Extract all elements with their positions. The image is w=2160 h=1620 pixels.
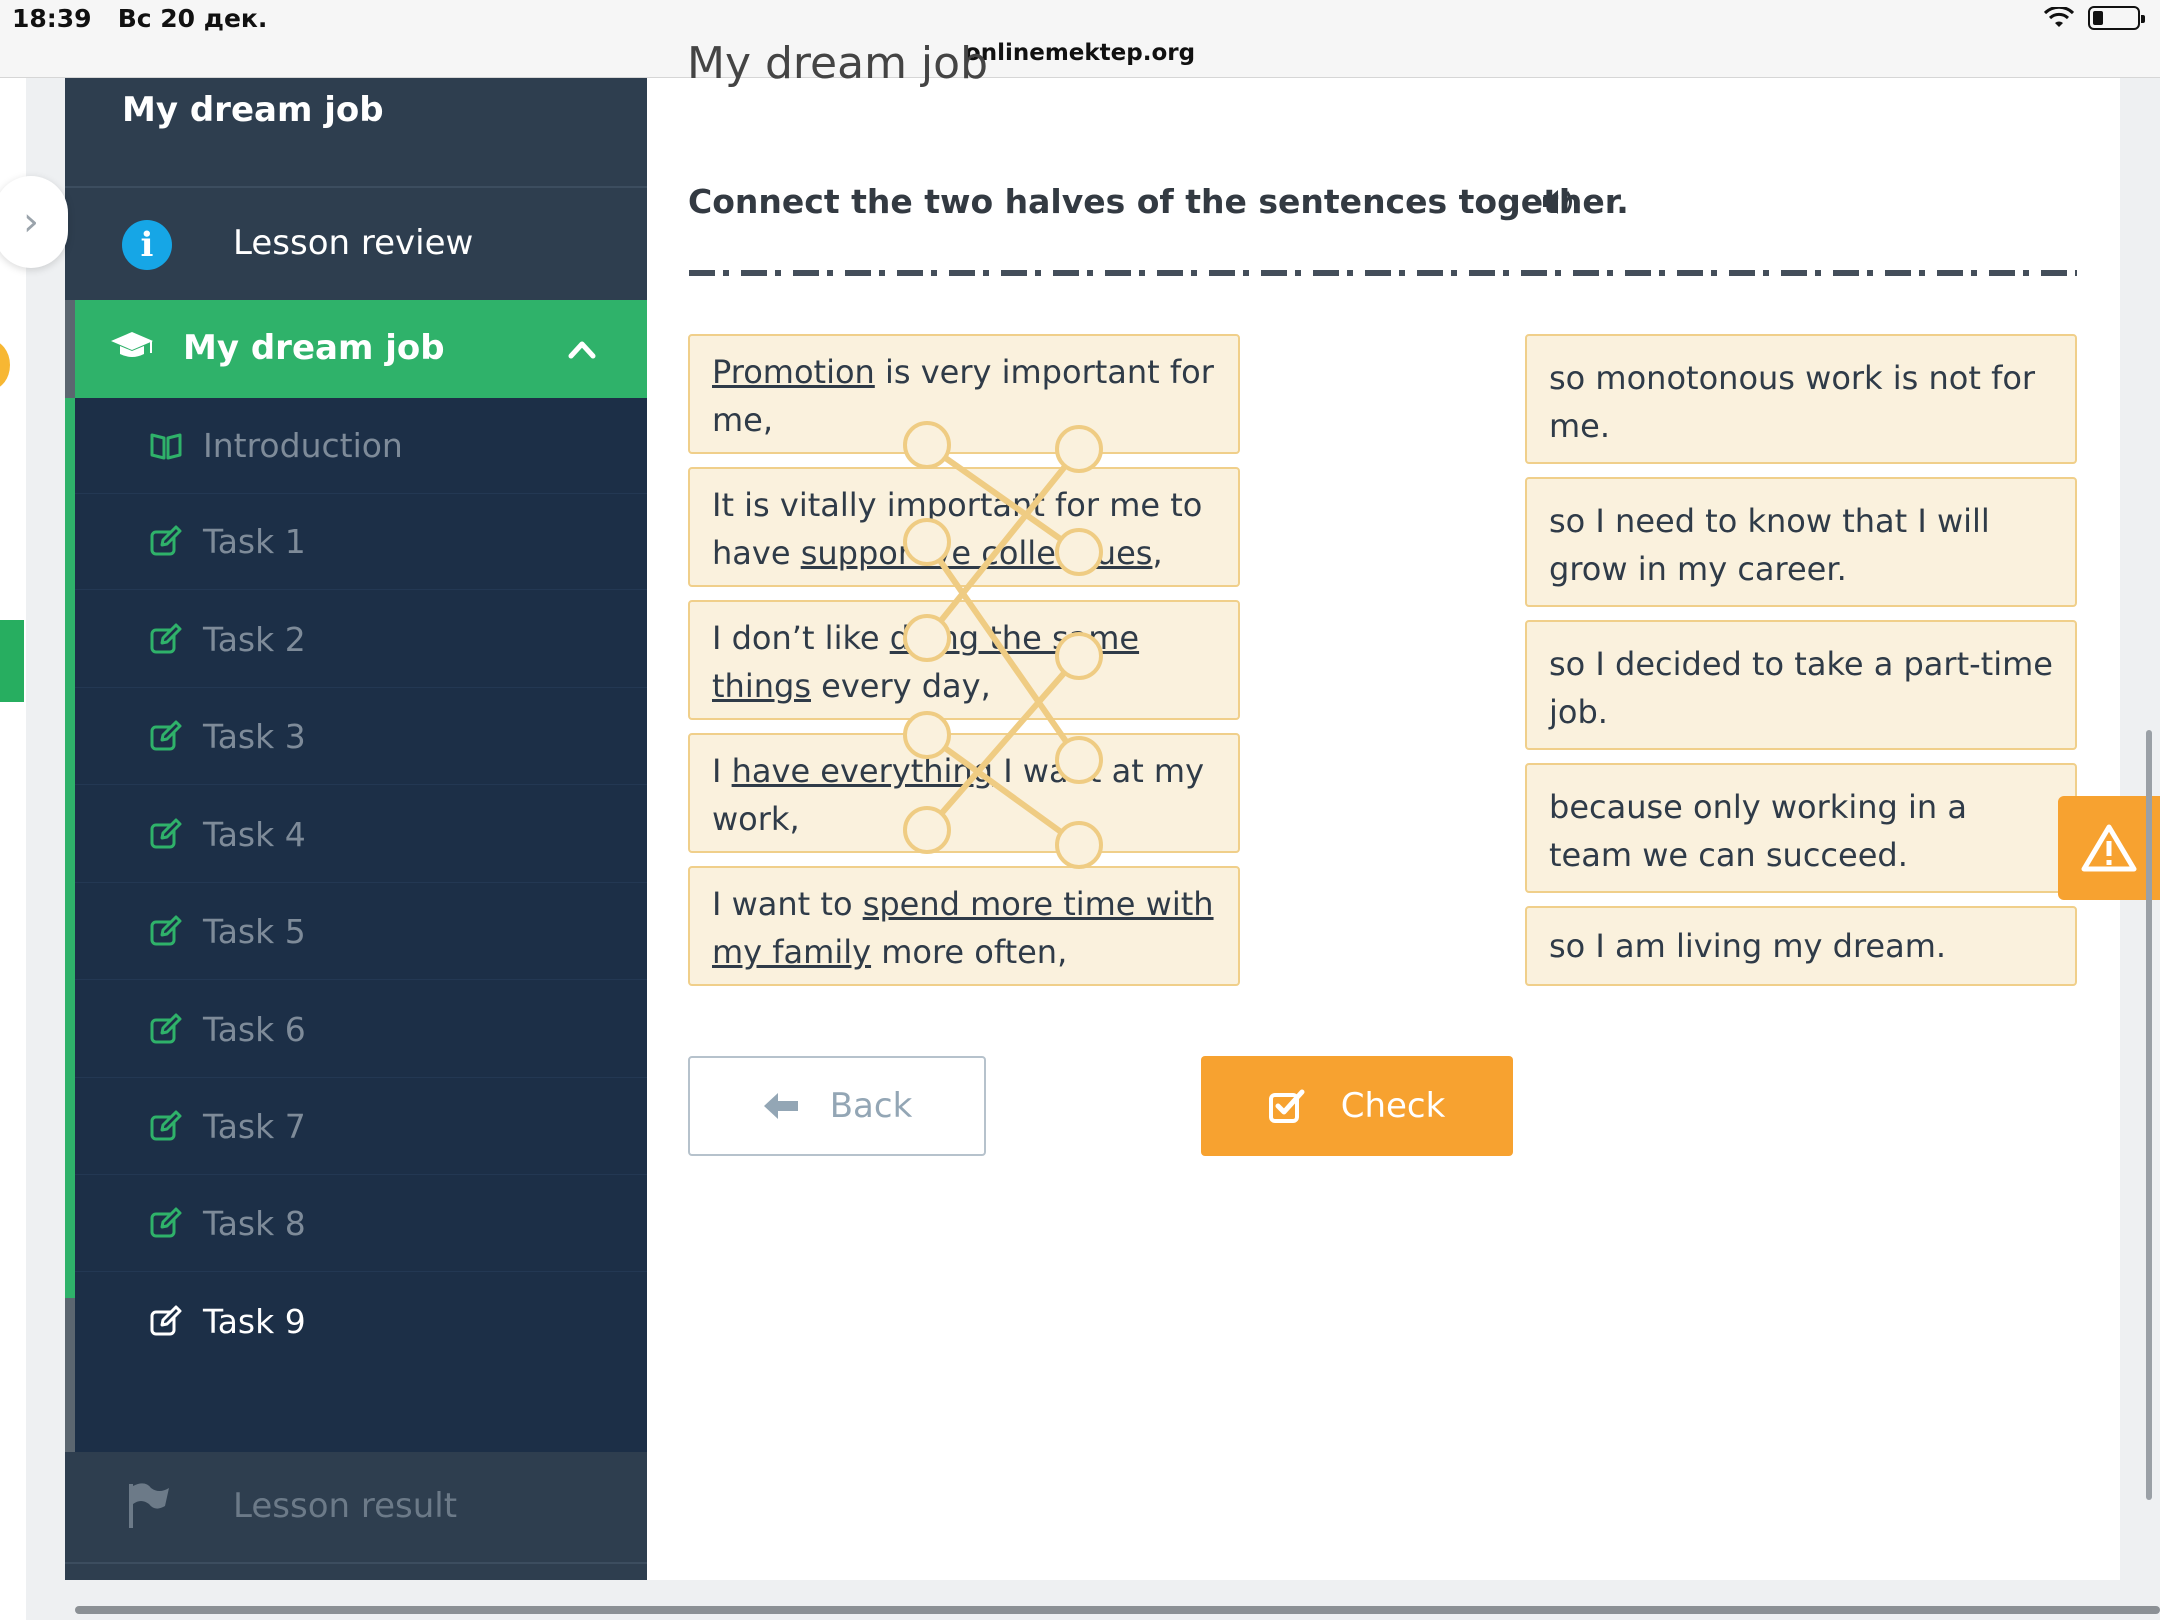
back-button[interactable]: Back [688,1056,986,1156]
edge-green-marker [0,620,24,702]
edit-icon [150,720,182,751]
divider [65,186,647,188]
sidebar-item-label: Task 6 [203,1010,306,1049]
edit-icon [150,818,182,849]
sidebar-item-task-7[interactable]: Task 7 [75,1079,647,1175]
sidebar-item-label: Task 3 [203,717,306,756]
sidebar-item-label: Introduction [203,426,403,465]
sidebar-item-label: Lesson result [233,1486,458,1526]
warning-icon [2081,824,2137,872]
task-instruction: Connect the two halves of the sentences … [688,182,1629,221]
right-connector-node[interactable] [1055,425,1103,473]
edit-icon [150,623,182,654]
edit-icon [150,915,182,946]
sidebar-item-label: Task 7 [203,1107,306,1146]
left-edge-panel [0,78,26,1620]
sidebar-item-label[interactable]: Lesson review [233,223,473,263]
chevron-right-icon: › [23,199,39,245]
check-button[interactable]: Check [1201,1056,1513,1156]
left-connector-node[interactable] [903,806,951,854]
book-icon [150,433,182,460]
battery-icon [2088,6,2145,30]
address-bar-url[interactable]: onlinemektep.org [0,40,2160,66]
right-connector-node[interactable] [1055,821,1103,869]
wifi-icon [2044,7,2074,27]
edit-icon [150,1207,182,1238]
sidebar-module-header[interactable]: My dream job [65,300,647,398]
flag-icon [129,1483,169,1528]
edit-icon [150,1110,182,1141]
lesson-list: Introduction Task 1 Task 2 Task 3 Task 4… [65,398,647,1452]
edit-icon [150,1305,182,1336]
connection-line [924,653,1082,833]
edit-icon [150,1013,182,1044]
right-connector-node[interactable] [1055,736,1103,784]
sidebar-item-label: Task 5 [203,912,306,951]
chevron-up-icon[interactable] [568,336,596,364]
info-icon: i [122,220,172,270]
sidebar-item-task-9[interactable]: Task 9 [75,1274,647,1370]
right-connector-node[interactable] [1055,528,1103,576]
graduation-cap-icon [111,332,153,357]
sidebar-item-task-6[interactable]: Task 6 [75,982,647,1078]
sidebar-item-task-3[interactable]: Task 3 [75,689,647,785]
sidebar-item-task-8[interactable]: Task 8 [75,1176,647,1272]
sidebar-title: My dream job [122,90,384,130]
status-time: 18:39 Вс 20 дек. [12,4,268,33]
sidebar: My dream job i Lesson review My dream jo… [65,78,647,1580]
sidebar-item-label: Task 2 [203,620,306,659]
status-bar: 18:39 Вс 20 дек. onlinemektep.org [0,0,2160,78]
left-connector-node[interactable] [903,614,951,662]
scrollbar[interactable] [2146,730,2152,1500]
edit-icon [150,525,182,556]
sidebar-item-task-1[interactable]: Task 1 [75,494,647,590]
arrow-left-icon [763,1093,798,1119]
left-connector-node[interactable] [903,518,951,566]
page-title: My dream job [687,38,988,89]
sidebar-item-task-4[interactable]: Task 4 [75,787,647,883]
sidebar-item-label: Task 4 [203,815,306,854]
sidebar-item-introduction[interactable]: Introduction [75,398,647,494]
check-button-label: Check [1340,1086,1446,1126]
report-issue-button[interactable] [2058,796,2160,900]
checkbox-icon [1268,1089,1305,1123]
module-label: My dream job [183,328,445,368]
main-content: My dream job Connect the two halves of t… [647,38,2120,1580]
right-connector-node[interactable] [1055,632,1103,680]
sidebar-toggle-button[interactable]: › [0,176,68,268]
sidebar-item-task-2[interactable]: Task 2 [75,592,647,688]
sidebar-item-label: Task 1 [203,522,306,561]
sidebar-item-task-5[interactable]: Task 5 [75,884,647,980]
sidebar-item-lesson-result[interactable]: Lesson result [65,1452,647,1564]
left-connector-node[interactable] [903,421,951,469]
sidebar-item-label: Task 8 [203,1204,306,1243]
sidebar-item-label: Task 9 [203,1302,306,1341]
left-connector-node[interactable] [903,711,951,759]
speaker-icon[interactable] [1541,186,1577,218]
home-indicator [75,1606,2160,1614]
back-button-label: Back [829,1086,913,1126]
